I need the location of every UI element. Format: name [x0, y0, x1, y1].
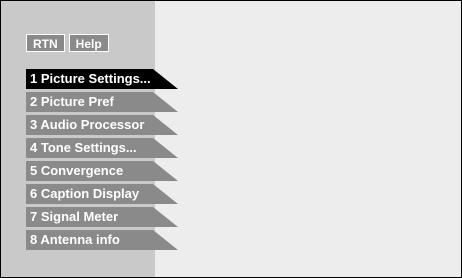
menu-item-antenna-info[interactable]: 8 Antenna info [26, 230, 186, 250]
menu-item-label: 6 Caption Display [30, 186, 140, 201]
menu-item-label: 8 Antenna info [30, 232, 120, 247]
menu-item-caption-display[interactable]: 6 Caption Display [26, 184, 186, 204]
menu-item-audio-processor[interactable]: 3 Audio Processor [26, 115, 186, 135]
menu-item-label: 7 Signal Meter [30, 209, 119, 224]
menu-item-tone-settings[interactable]: 4 Tone Settings... [26, 138, 186, 158]
menu-item-signal-meter[interactable]: 7 Signal Meter [26, 207, 186, 227]
menu-item-label: 1 Picture Settings... [30, 71, 151, 86]
tv-menu-screen: RTN Help 1 Picture Settings... 2 Picture… [0, 0, 462, 278]
menu-item-label: 2 Picture Pref [30, 94, 114, 109]
help-button[interactable]: Help [68, 34, 109, 52]
menu-item-picture-settings[interactable]: 1 Picture Settings... [26, 69, 186, 89]
menu-item-label: 3 Audio Processor [30, 117, 145, 132]
menu-item-convergence[interactable]: 5 Convergence [26, 161, 186, 181]
rtn-button[interactable]: RTN [26, 34, 65, 52]
menu-item-label: 4 Tone Settings... [30, 140, 137, 155]
menu-item-label: 5 Convergence [30, 163, 124, 178]
top-button-bar: RTN Help [26, 34, 109, 52]
menu-item-picture-pref[interactable]: 2 Picture Pref [26, 92, 186, 112]
settings-menu: 1 Picture Settings... 2 Picture Pref 3 A… [26, 69, 186, 253]
